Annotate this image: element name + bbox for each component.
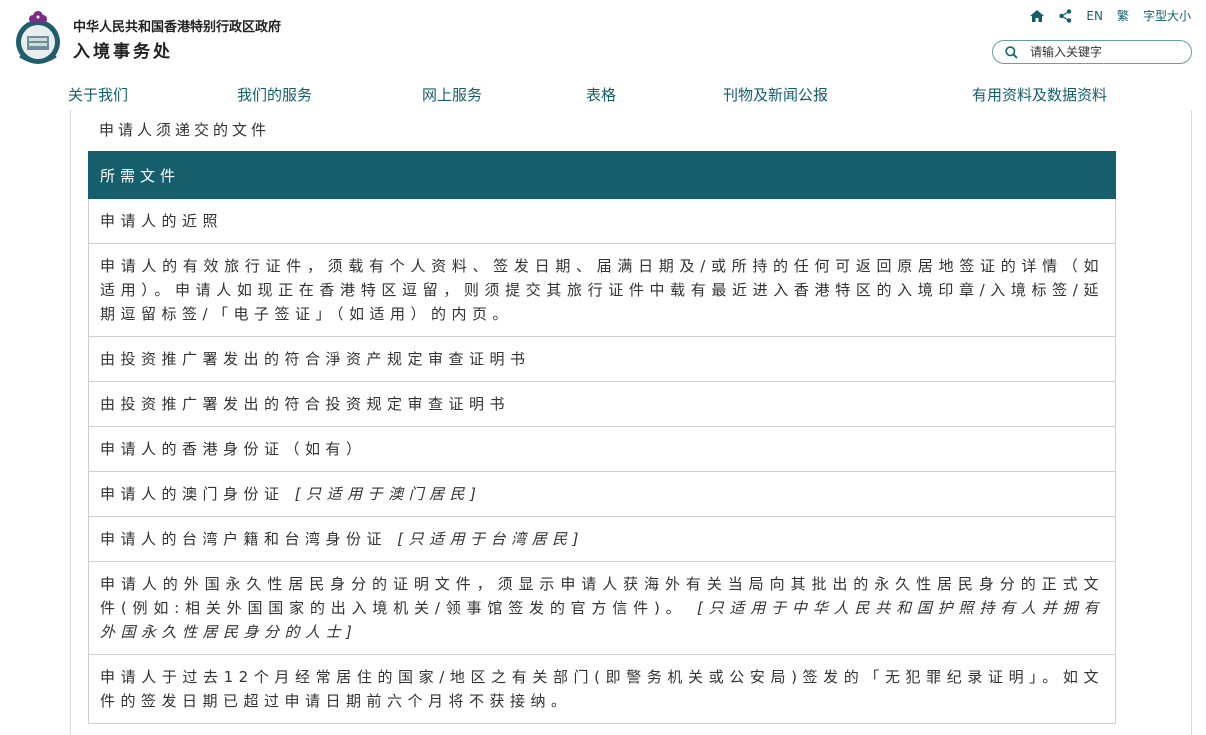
table-cell: 申请人的外国永久性居民身分的证明文件，须显示申请人获海外有关当局向其批出的永久性… [88, 561, 1116, 655]
table-row: 由投资推广署发出的符合淨资产规定审查证明书 [88, 336, 1116, 382]
table-cell: 由投资推广署发出的符合淨资产规定审查证明书 [88, 336, 1116, 382]
nav-item-our-services[interactable]: 我们的服务 [237, 84, 312, 105]
table-row: 申请人的有效旅行证件，须载有个人资料、签发日期、届满日期及/或所持的任何可返回原… [88, 243, 1116, 337]
government-name: 中华人民共和国香港特别行政区政府 [73, 20, 282, 35]
table-row: 申请人的澳门身份证 [只适用于澳门居民] [88, 471, 1116, 517]
document-text: 由投资推广署发出的符合投资规定审查证明书 [100, 395, 511, 413]
language-traditional-link[interactable]: 繁 [1117, 7, 1129, 24]
table-row: 申请人于过去12个月经常居住的国家/地区之有关部门(即警务机关或公安局)签发的「… [88, 654, 1116, 724]
search-input[interactable] [1030, 45, 1180, 59]
document-text: 申请人的澳门身份证 [100, 485, 285, 503]
nav-item-forms[interactable]: 表格 [586, 84, 616, 105]
document-text: 申请人的台湾户籍和台湾身份证 [100, 530, 388, 548]
site-header: 中华人民共和国香港特别行政区政府 入境事务处 EN 繁 字型大小 关于我们 我们… [0, 0, 1206, 112]
nav-item-publications-press[interactable]: 刊物及新闻公报 [723, 84, 828, 105]
table-cell: 申请人于过去12个月经常居住的国家/地区之有关部门(即警务机关或公安局)签发的「… [88, 654, 1116, 724]
section-title: 申请人须递交的文件 [99, 121, 271, 139]
table-cell: 申请人的澳门身份证 [只适用于澳门居民] [88, 471, 1116, 517]
table-header: 所需文件 [88, 151, 1116, 199]
table-row: 申请人的香港身份证（如有） [88, 426, 1116, 472]
document-note: [只适用于澳门居民] [294, 485, 482, 503]
language-en-link[interactable]: EN [1086, 9, 1103, 23]
nav-item-useful-info[interactable]: 有用资料及数据资料 [972, 84, 1107, 105]
search-icon[interactable] [1005, 45, 1018, 59]
search-box[interactable] [992, 40, 1192, 64]
nav-item-e-services[interactable]: 网上服务 [422, 84, 482, 105]
home-icon[interactable] [1029, 9, 1045, 23]
table-cell: 申请人的台湾户籍和台湾身份证 [只适用于台湾居民] [88, 516, 1116, 562]
document-text: 由投资推广署发出的符合淨资产规定审查证明书 [100, 350, 531, 368]
table-row: 申请人的近照 [88, 198, 1116, 244]
table-cell: 申请人的近照 [88, 198, 1116, 244]
top-links: EN 繁 字型大小 [1029, 7, 1191, 24]
required-documents-table: 所需文件 申请人的近照 申请人的有效旅行证件，须载有个人资料、签发日期、届满日期… [88, 151, 1116, 724]
table-cell: 由投资推广署发出的符合投资规定审查证明书 [88, 381, 1116, 427]
department-name[interactable]: 入境事务处 [73, 37, 173, 62]
table-cell: 申请人的香港身份证（如有） [88, 426, 1116, 472]
table-cell: 申请人的有效旅行证件，须载有个人资料、签发日期、届满日期及/或所持的任何可返回原… [88, 243, 1116, 337]
table-row: 申请人的外国永久性居民身分的证明文件，须显示申请人获海外有关当局向其批出的永久性… [88, 561, 1116, 655]
document-text: 申请人于过去12个月经常居住的国家/地区之有关部门(即警务机关或公安局)签发的「… [100, 668, 1104, 710]
document-text: 申请人的有效旅行证件，须载有个人资料、签发日期、届满日期及/或所持的任何可返回原… [100, 257, 1104, 323]
font-size-link[interactable]: 字型大小 [1143, 7, 1191, 24]
share-icon[interactable] [1059, 8, 1072, 23]
document-text: 申请人的香港身份证（如有） [100, 440, 367, 458]
main-nav: 关于我们 我们的服务 网上服务 表格 刊物及新闻公报 有用资料及数据资料 [0, 84, 1206, 108]
hkid-emblem-icon[interactable] [12, 6, 64, 66]
table-row: 申请人的台湾户籍和台湾身份证 [只适用于台湾居民] [88, 516, 1116, 562]
document-text: 申请人的近照 [100, 212, 224, 230]
nav-item-about-us[interactable]: 关于我们 [68, 84, 128, 105]
table-row: 由投资推广署发出的符合投资规定审查证明书 [88, 381, 1116, 427]
document-note: [只适用于台湾居民] [397, 530, 585, 548]
